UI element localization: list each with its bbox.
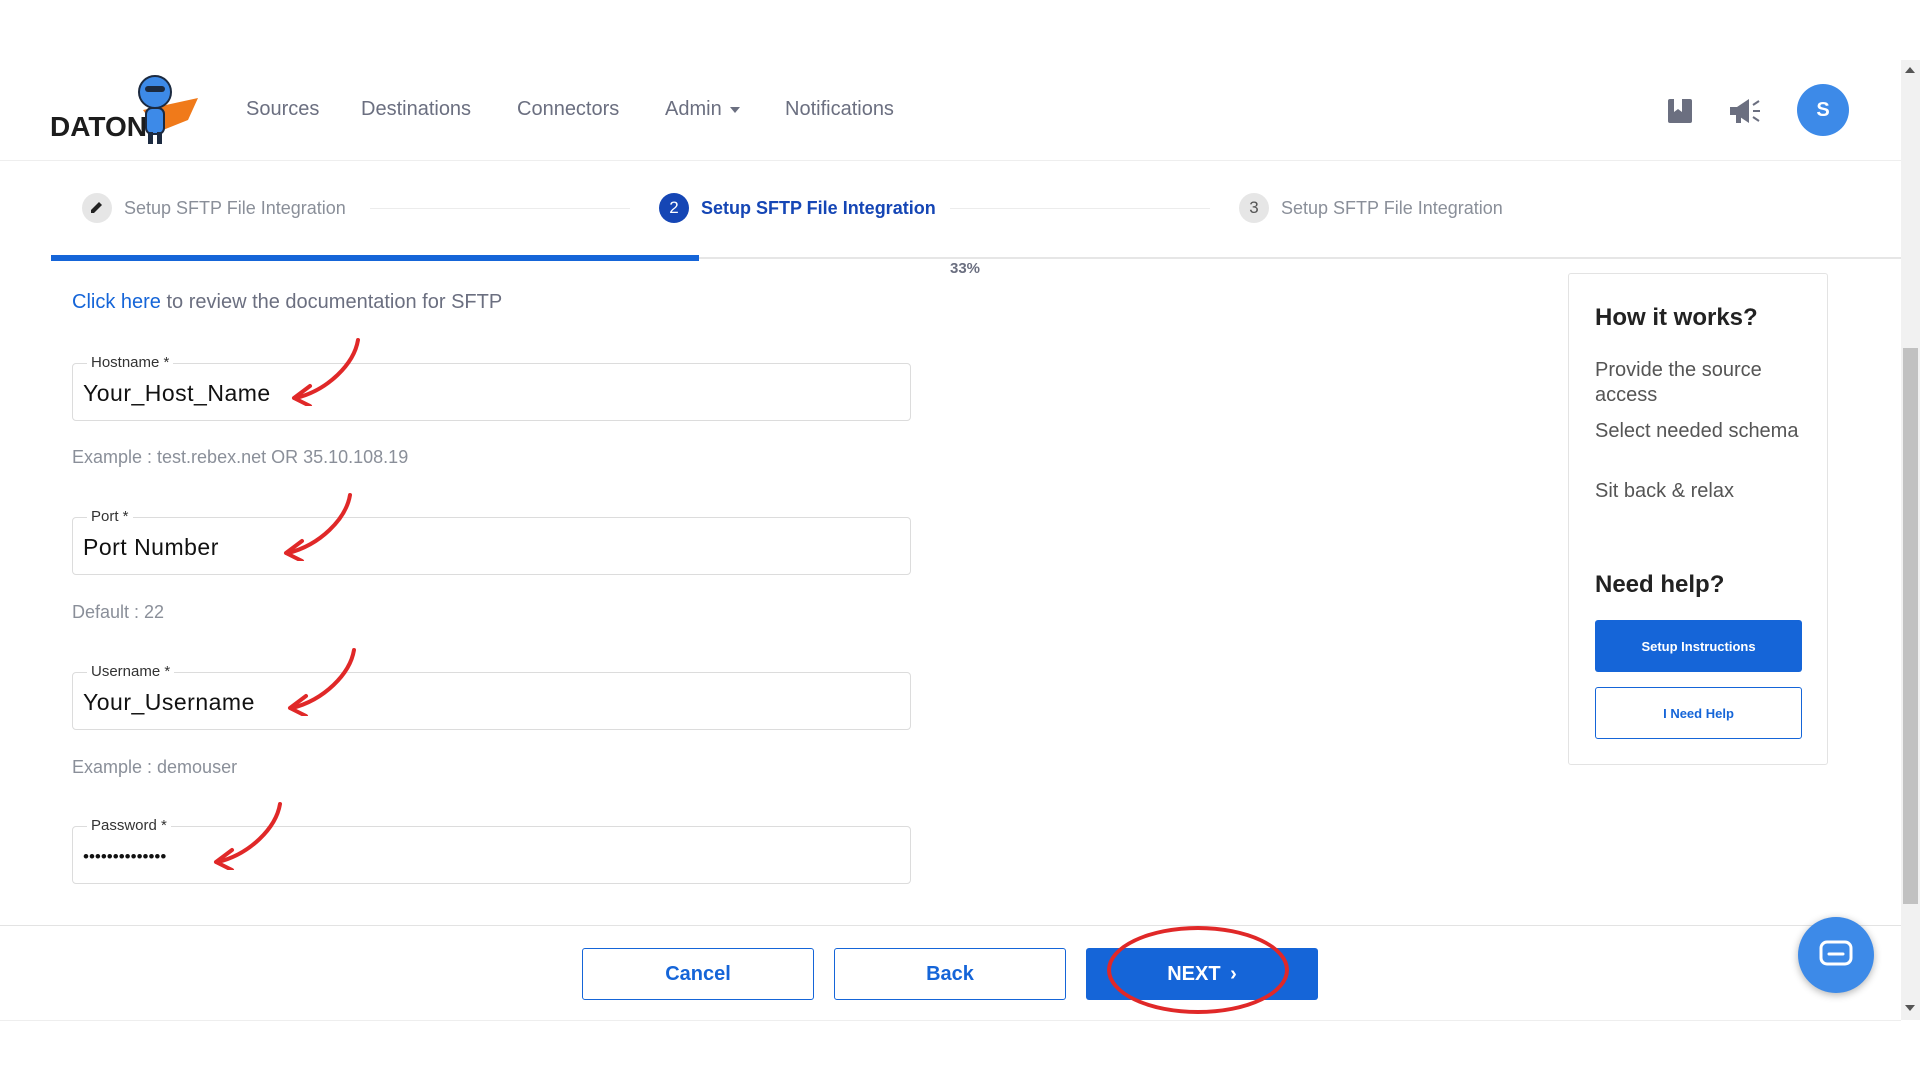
- nav-admin[interactable]: Admin: [665, 98, 740, 121]
- setup-instructions-button[interactable]: Setup Instructions: [1595, 620, 1802, 672]
- pencil-icon: [82, 193, 112, 223]
- username-value: Your_Username: [83, 689, 255, 715]
- how-it-works-panel: How it works? Provide the source access …: [1568, 273, 1828, 765]
- step-3: 3: [1239, 193, 1269, 223]
- documentation-link[interactable]: Click here: [72, 291, 161, 313]
- how-it-works-step: Provide the source access: [1595, 359, 1762, 406]
- svg-text:DATON: DATON: [50, 111, 147, 142]
- step-connector: [950, 208, 1210, 209]
- how-it-works-title: How it works?: [1595, 304, 1758, 331]
- annotation-arrow-icon: [288, 648, 356, 716]
- port-helper: Default : 22: [72, 602, 165, 622]
- step-3-number: 3: [1239, 193, 1269, 223]
- step-1: [82, 193, 112, 223]
- back-button[interactable]: Back: [834, 948, 1066, 1000]
- chevron-down-icon: [729, 106, 740, 113]
- megaphone-icon[interactable]: [1727, 94, 1761, 128]
- nav-destinations[interactable]: Destinations: [361, 98, 471, 121]
- hostname-helper: Example : test.rebex.net OR 35.10.108.19: [72, 447, 409, 467]
- progress-percent: 33%: [950, 260, 981, 277]
- how-it-works-step: Select needed schema: [1595, 420, 1799, 442]
- step-2-number: 2: [659, 193, 689, 223]
- username-input[interactable]: Username * Your_Username: [72, 663, 911, 730]
- password-input[interactable]: Password * ••••••••••••••: [72, 817, 911, 884]
- bookmark-icon[interactable]: [1663, 94, 1697, 128]
- port-label: Port *: [87, 508, 133, 525]
- progress-fill: [51, 255, 699, 261]
- password-label: Password *: [87, 817, 171, 834]
- port-value: Port Number: [83, 534, 219, 560]
- step-connector: [370, 208, 630, 209]
- nav-connectors[interactable]: Connectors: [517, 98, 619, 121]
- step-3-label: Setup SFTP File Integration: [1281, 198, 1503, 218]
- scroll-up-icon[interactable]: [1905, 67, 1915, 73]
- annotation-arrow-icon: [284, 493, 352, 561]
- cancel-button[interactable]: Cancel: [582, 948, 814, 1000]
- chat-button[interactable]: [1798, 917, 1874, 993]
- nav-admin-label: Admin: [665, 98, 722, 120]
- annotation-circle: [1107, 926, 1289, 1014]
- step-1-label: Setup SFTP File Integration: [124, 198, 346, 218]
- hostname-value: Your_Host_Name: [83, 380, 271, 406]
- chat-icon: [1819, 940, 1853, 966]
- password-value: ••••••••••••••: [83, 847, 167, 866]
- hostname-input[interactable]: Hostname * Your_Host_Name: [72, 354, 911, 421]
- step-2-label: Setup SFTP File Integration: [701, 198, 936, 218]
- top-header: DATON Sources Destinations Connectors Ad…: [0, 60, 1901, 161]
- nav-notifications[interactable]: Notifications: [785, 98, 894, 121]
- annotation-arrow-icon: [214, 802, 282, 870]
- documentation-text: to review the documentation for SFTP: [160, 291, 503, 313]
- documentation-line: Click here to review the documentation f…: [72, 291, 502, 314]
- need-help-title: Need help?: [1595, 571, 1725, 598]
- user-avatar[interactable]: S: [1797, 84, 1849, 136]
- annotation-arrow-icon: [292, 338, 360, 406]
- scroll-down-icon[interactable]: [1905, 1005, 1915, 1011]
- scrollbar-thumb[interactable]: [1903, 348, 1918, 904]
- username-helper: Example : demouser: [72, 757, 238, 777]
- need-help-button[interactable]: I Need Help: [1595, 687, 1802, 739]
- action-footer: Cancel Back NEXT ›: [0, 925, 1901, 1021]
- nav-sources[interactable]: Sources: [246, 98, 319, 121]
- port-input[interactable]: Port * Port Number: [72, 508, 911, 575]
- step-2: 2: [659, 193, 689, 223]
- how-it-works-step: Sit back & relax: [1595, 480, 1734, 502]
- hostname-label: Hostname *: [87, 354, 174, 371]
- username-label: Username *: [87, 663, 175, 680]
- daton-logo[interactable]: DATON: [48, 70, 208, 150]
